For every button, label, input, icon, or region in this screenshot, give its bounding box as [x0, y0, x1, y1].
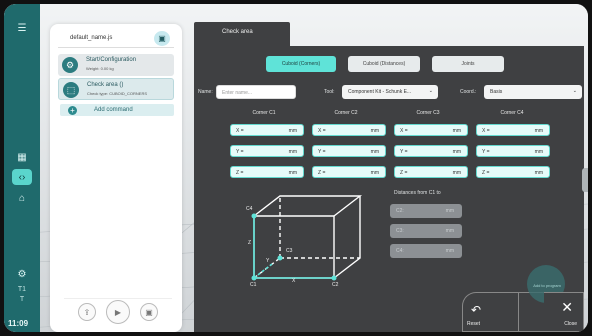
- reset-label: Reset: [467, 321, 481, 327]
- segment-cuboid-corners[interactable]: Cuboid (Corners): [266, 56, 336, 72]
- command-title: Start/Configuration: [86, 57, 137, 63]
- cube-label-c3: C3: [286, 248, 293, 254]
- corner-c1-header: Corner C1: [252, 110, 276, 116]
- c4-x-field[interactable]: X = mm: [476, 124, 550, 136]
- cube-label-c2: C2: [332, 282, 339, 288]
- tool-label: Tool:: [324, 89, 335, 95]
- file-row: default_name.js ▣: [58, 30, 174, 48]
- cube-label-c4: C4: [246, 206, 253, 212]
- corner-c3-header: Corner C3: [416, 110, 440, 116]
- command-start-configuration[interactable]: ⚙ Start/Configuration Weight: 0.00 kg: [58, 54, 174, 76]
- command-subtitle: Weight: 0.00 kg: [86, 66, 114, 71]
- play-icon[interactable]: ▶: [106, 300, 130, 324]
- corner-c2-header: Corner C2: [334, 110, 358, 116]
- segment-cuboid-distances[interactable]: Cuboid (Distances): [348, 56, 420, 72]
- file-name: default_name.js: [70, 35, 113, 41]
- tab-check-area[interactable]: Check area: [194, 22, 290, 46]
- add-command-label: Add command: [94, 107, 133, 113]
- save-file-icon[interactable]: ▣: [140, 303, 158, 321]
- cube-label-c1: C1: [250, 282, 257, 288]
- program-panel: default_name.js ▣ ⚙ Start/Configuration …: [50, 24, 182, 332]
- check-area-dialog: Cuboid (Corners) Cuboid (Distances) Join…: [194, 46, 584, 332]
- code-icon[interactable]: ‹›: [12, 169, 32, 185]
- grid-icon[interactable]: ▦: [12, 149, 32, 165]
- undo-icon: ↶: [471, 303, 482, 317]
- close-label: Close: [564, 321, 577, 327]
- name-input[interactable]: Enter name...: [216, 85, 296, 99]
- cube-label-x: X: [292, 278, 296, 284]
- c4-z-field[interactable]: Z = mm: [476, 166, 550, 178]
- command-subtitle: Check type: CUBOID_CORNERS: [87, 91, 148, 96]
- coord-value: Basis: [490, 89, 503, 95]
- command-title: Check area (): [87, 82, 124, 88]
- distance-c4-field: C4: mm: [390, 244, 462, 258]
- coord-label: Coord.:: [460, 89, 477, 95]
- distance-c3-field: C3: mm: [390, 224, 462, 238]
- app-window: ☰ ▦ ‹› ⌂ ⚙ T1 T 11:09 default_name.js ▣ …: [4, 4, 588, 332]
- cube-label-y: Y: [266, 258, 270, 264]
- c1-x-field[interactable]: X = mm: [230, 124, 304, 136]
- area-icon: ⬚: [63, 82, 79, 98]
- command-check-area[interactable]: ⬚ Check area () Check type: CUBOID_CORNE…: [58, 78, 174, 100]
- side-drawer-handle[interactable]: [582, 168, 588, 192]
- add-to-program-label: Add to program: [533, 283, 561, 288]
- c4-y-field[interactable]: Y = mm: [476, 145, 550, 157]
- playback-controls: ⇪ ▶ ▣: [64, 298, 172, 324]
- cube-label-z: Z: [248, 240, 252, 246]
- c3-y-field[interactable]: Y = mm: [394, 145, 468, 157]
- distances-title: Distances from C1 to: [394, 190, 441, 196]
- clock: 11:09: [8, 319, 29, 328]
- robot-icon[interactable]: ⚙: [12, 266, 32, 282]
- tool-value: Component Kit - Schunk E...: [348, 89, 412, 95]
- coord-select[interactable]: Basis ⌄: [484, 85, 582, 99]
- tool-select[interactable]: Component Kit - Schunk E... ⌄: [342, 85, 438, 99]
- gear-icon: ⚙: [62, 57, 78, 73]
- name-label: Name:: [198, 89, 213, 95]
- status-label-t1: T1: [17, 286, 27, 293]
- c2-z-field[interactable]: Z = mm: [312, 166, 386, 178]
- c1-z-field[interactable]: Z = mm: [230, 166, 304, 178]
- chevron-down-icon: ⌄: [428, 88, 433, 94]
- distance-c2-field: C2: mm: [390, 204, 462, 218]
- plus-icon: +: [68, 106, 77, 115]
- status-label-t: T: [19, 296, 25, 303]
- c2-x-field[interactable]: X = mm: [312, 124, 386, 136]
- cuboid-diagram: [251, 195, 363, 281]
- home-icon[interactable]: ⌂: [12, 190, 32, 206]
- segment-joints[interactable]: Joints: [432, 56, 504, 72]
- upload-icon[interactable]: ⇪: [78, 303, 96, 321]
- menu-icon[interactable]: ☰: [12, 20, 32, 36]
- chevron-down-icon: ⌄: [572, 88, 577, 94]
- c2-y-field[interactable]: Y = mm: [312, 145, 386, 157]
- c1-y-field[interactable]: Y = mm: [230, 145, 304, 157]
- corner-c4-header: Corner C4: [500, 110, 524, 116]
- save-icon[interactable]: ▣: [154, 31, 170, 46]
- sidebar: ☰ ▦ ‹› ⌂ ⚙ T1 T 11:09: [4, 4, 40, 332]
- c3-x-field[interactable]: X = mm: [394, 124, 468, 136]
- c3-z-field[interactable]: Z = mm: [394, 166, 468, 178]
- close-icon: ✕: [561, 299, 573, 315]
- close-button[interactable]: ✕ Close: [544, 292, 584, 332]
- reset-button[interactable]: ↶ Reset: [462, 292, 518, 332]
